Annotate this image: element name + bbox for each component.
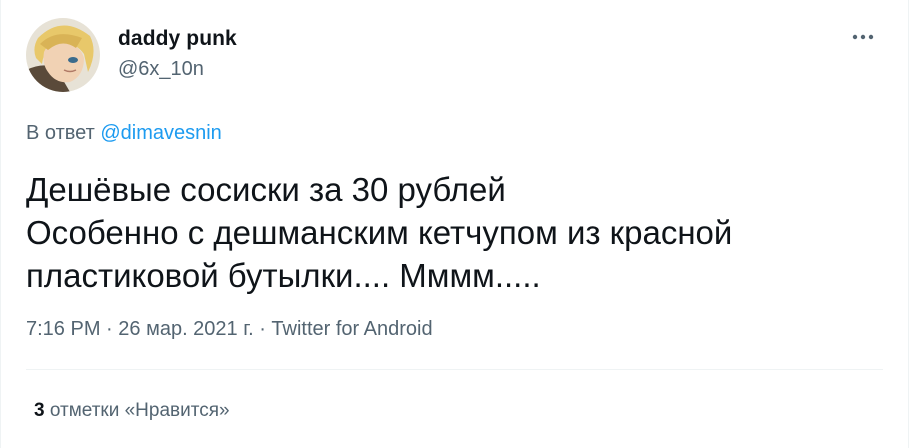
tweet-date-link[interactable]: 26 мар. 2021 г.: [118, 318, 253, 340]
tweet-source-link[interactable]: Twitter for Android: [271, 318, 432, 340]
tweet-meta: 7:16 PM · 26 мар. 2021 г. · Twitter for …: [26, 318, 433, 341]
tweet-time-link[interactable]: 7:16 PM: [26, 318, 100, 340]
tweet-text: Дешёвые сосиски за 30 рублей Особенно с …: [26, 168, 886, 297]
tweet-text-line: Дешёвые сосиски за 30 рублей: [26, 171, 506, 208]
tweet-text-line: Особенно с дешманским кетчупом из красно…: [26, 214, 733, 251]
tweet-card: daddy punk @6x_10n В ответ @dimavesnin Д…: [0, 0, 909, 448]
likes-link[interactable]: 3 отметки «Нравится»: [34, 400, 230, 422]
divider: [26, 369, 883, 370]
reply-context: В ответ @dimavesnin: [26, 122, 222, 145]
likes-count: 3: [34, 400, 45, 421]
avatar-image: [26, 18, 100, 92]
likes-label: отметки «Нравится»: [49, 400, 230, 421]
reply-mention-link[interactable]: @dimavesnin: [100, 122, 221, 144]
avatar[interactable]: [26, 18, 100, 92]
more-icon[interactable]: [849, 26, 877, 48]
tweet-text-line: пластиковой бутылки.... Мммм.....: [26, 257, 541, 294]
author-display-name[interactable]: daddy punk: [118, 27, 237, 51]
author-handle[interactable]: @6x_10n: [118, 58, 204, 81]
reply-prefix: В ответ: [26, 122, 95, 144]
meta-separator: ·: [100, 318, 119, 340]
meta-separator: ·: [253, 318, 272, 340]
